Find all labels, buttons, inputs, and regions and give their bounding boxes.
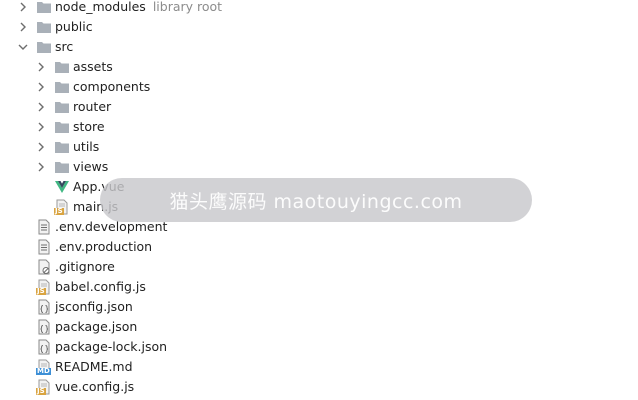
tree-item-package-lock[interactable]: package-lock.json <box>0 337 638 357</box>
tree-item-label: src <box>55 39 74 54</box>
tree-item-label: node_modules <box>55 0 146 14</box>
chevron-right-icon[interactable] <box>36 82 46 92</box>
tree-item-label: views <box>73 159 109 174</box>
folder-icon <box>54 119 70 135</box>
js-file-icon: JS <box>36 279 52 295</box>
tree-item-jsconfig[interactable]: jsconfig.json <box>0 297 638 317</box>
vue-file-icon <box>54 179 70 195</box>
tree-item-label: README.md <box>55 359 133 374</box>
chevron-right-icon[interactable] <box>18 22 28 32</box>
js-badge: JS <box>36 287 46 295</box>
js-badge: JS <box>54 207 64 215</box>
tree-item-env-development[interactable]: .env.development <box>0 217 638 237</box>
js-badge: JS <box>36 387 46 395</box>
tree-item-label: utils <box>73 139 100 154</box>
json-file-icon <box>36 339 52 355</box>
tree-item-app-vue[interactable]: App.vue <box>0 177 638 197</box>
tree-item-label: package.json <box>55 319 138 334</box>
tree-item-src[interactable]: src <box>0 37 638 57</box>
tree-item-label: jsconfig.json <box>55 299 133 314</box>
tree-item-label: .gitignore <box>55 259 115 274</box>
tree-item-main-js[interactable]: JS main.js <box>0 197 638 217</box>
tree-item-label: .env.production <box>55 239 153 254</box>
tree-item-label: package-lock.json <box>55 339 168 354</box>
tree-item-assets[interactable]: assets <box>0 57 638 77</box>
md-badge: MD <box>36 367 51 375</box>
tree-item-components[interactable]: components <box>0 77 638 97</box>
chevron-right-icon[interactable] <box>36 162 46 172</box>
tree-item-package-json[interactable]: package.json <box>0 317 638 337</box>
chevron-right-icon[interactable] <box>36 142 46 152</box>
tree-item-vue-config[interactable]: JS vue.config.js <box>0 377 638 397</box>
tree-item-gitignore[interactable]: .gitignore <box>0 257 638 277</box>
folder-icon <box>54 139 70 155</box>
json-file-icon <box>36 319 52 335</box>
json-file-icon <box>36 299 52 315</box>
folder-icon <box>36 39 52 55</box>
text-file-icon <box>36 239 52 255</box>
tree-item-babel-config[interactable]: JS babel.config.js <box>0 277 638 297</box>
tree-item-label: main.js <box>73 199 119 214</box>
ignore-file-icon <box>36 259 52 275</box>
tree-item-utils[interactable]: utils <box>0 137 638 157</box>
tree-item-env-production[interactable]: .env.production <box>0 237 638 257</box>
project-tree: node_modules library root public src ass… <box>0 0 638 397</box>
chevron-right-icon[interactable] <box>36 122 46 132</box>
text-file-icon <box>36 219 52 235</box>
folder-icon <box>54 159 70 175</box>
chevron-right-icon[interactable] <box>18 2 28 12</box>
tree-item-label: vue.config.js <box>55 379 135 394</box>
chevron-down-icon[interactable] <box>18 42 28 52</box>
markdown-file-icon: MD <box>36 359 52 375</box>
tree-item-label: store <box>73 119 105 134</box>
tree-item-label: public <box>55 19 93 34</box>
folder-icon <box>54 59 70 75</box>
folder-icon <box>36 0 52 15</box>
tree-item-label: assets <box>73 59 113 74</box>
library-root-hint: library root <box>152 0 223 14</box>
tree-item-router[interactable]: router <box>0 97 638 117</box>
tree-item-node-modules[interactable]: node_modules library root <box>0 0 638 17</box>
tree-item-label: .env.development <box>55 219 168 234</box>
tree-item-readme[interactable]: MD README.md <box>0 357 638 377</box>
tree-item-public[interactable]: public <box>0 17 638 37</box>
tree-item-label: components <box>73 79 151 94</box>
js-file-icon: JS <box>36 379 52 395</box>
chevron-right-icon[interactable] <box>36 102 46 112</box>
tree-item-label: App.vue <box>73 179 125 194</box>
tree-item-label: router <box>73 99 112 114</box>
tree-item-label: babel.config.js <box>55 279 146 294</box>
js-file-icon: JS <box>54 199 70 215</box>
folder-icon <box>54 79 70 95</box>
folder-icon <box>36 19 52 35</box>
tree-item-views[interactable]: views <box>0 157 638 177</box>
folder-icon <box>54 99 70 115</box>
tree-item-store[interactable]: store <box>0 117 638 137</box>
chevron-right-icon[interactable] <box>36 62 46 72</box>
